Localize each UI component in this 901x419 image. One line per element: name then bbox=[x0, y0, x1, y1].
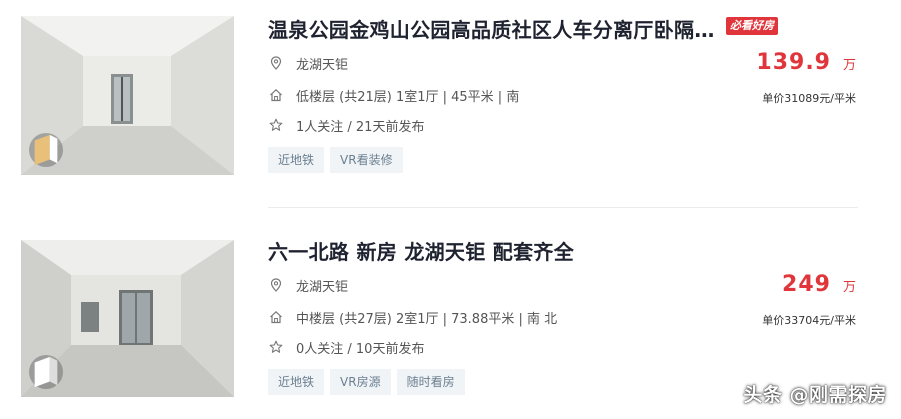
community-row: 龙湖天钜 bbox=[268, 275, 348, 295]
house-info-row: 低楼层 (共21层) 1室1厅 | 45平米 | 南 bbox=[268, 85, 519, 105]
listing-title[interactable]: 六一北路 新房 龙湖天钜 配套齐全 bbox=[268, 236, 574, 265]
listing-photo[interactable] bbox=[21, 240, 234, 397]
price-unit: 万 bbox=[842, 280, 856, 295]
feature-tags: 近地铁 VR看装修 bbox=[268, 147, 403, 173]
feature-tags: 近地铁 VR房源 随时看房 bbox=[268, 369, 465, 395]
total-price: 139.9 万 bbox=[756, 50, 856, 75]
vr-badge-icon bbox=[29, 133, 63, 167]
house-info-row: 中楼层 (共27层) 2室1厅 | 73.88平米 | 南 北 bbox=[268, 307, 557, 327]
feature-tag: 随时看房 bbox=[396, 369, 465, 395]
house-info-text: 低楼层 (共21层) 1室1厅 | 45平米 | 南 bbox=[296, 89, 520, 105]
house-icon bbox=[268, 309, 284, 325]
community-link[interactable]: 龙湖天钜 bbox=[296, 54, 348, 73]
unit-price: 单价33704元/平米 bbox=[762, 314, 856, 327]
feature-tag: VR房源 bbox=[330, 369, 391, 395]
feature-tag: 近地铁 bbox=[268, 369, 325, 395]
house-info-text: 中楼层 (共27层) 2室1厅 | 73.88平米 | 南 北 bbox=[296, 311, 558, 327]
star-icon bbox=[268, 339, 284, 355]
house-icon bbox=[268, 87, 284, 103]
unit-price: 单价31089元/平米 bbox=[762, 92, 856, 105]
follow-info-text: 1人关注 / 21天前发布 bbox=[296, 119, 425, 135]
listing-photo[interactable] bbox=[21, 16, 234, 175]
price-value: 249 bbox=[782, 272, 831, 297]
follow-info-text: 0人关注 / 10天前发布 bbox=[296, 341, 425, 357]
price-unit: 万 bbox=[842, 58, 856, 73]
star-icon bbox=[268, 117, 284, 133]
feature-tag: VR看装修 bbox=[330, 147, 403, 173]
price-value: 139.9 bbox=[756, 50, 831, 75]
listing-title[interactable]: 温泉公园金鸡山公园高品质社区人车分离厅卧隔断 南北通透 bbox=[268, 14, 720, 43]
feature-tag: 近地铁 bbox=[268, 147, 325, 173]
location-pin-icon bbox=[268, 55, 284, 71]
follow-row: 1人关注 / 21天前发布 bbox=[268, 115, 424, 135]
total-price: 249 万 bbox=[782, 272, 856, 297]
vr-badge-icon bbox=[29, 355, 63, 389]
location-pin-icon bbox=[268, 277, 284, 293]
follow-row: 0人关注 / 10天前发布 bbox=[268, 337, 424, 357]
community-row: 龙湖天钜 bbox=[268, 53, 348, 73]
listing-card: 温泉公园金鸡山公园高品质社区人车分离厅卧隔断 南北通透 必看好房 龙湖天钜 低楼… bbox=[0, 0, 901, 208]
community-link[interactable]: 龙湖天钜 bbox=[296, 276, 348, 295]
hot-badge: 必看好房 bbox=[726, 17, 778, 35]
watermark: 头条 @刚需探房 bbox=[743, 384, 887, 406]
listing-divider bbox=[268, 207, 858, 208]
